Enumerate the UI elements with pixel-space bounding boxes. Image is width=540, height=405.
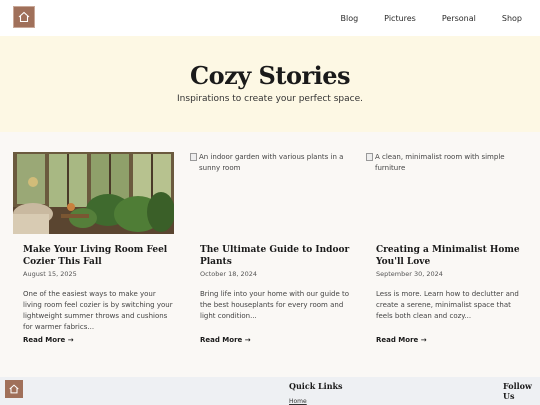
story-date: August 15, 2025 [23,270,77,278]
story-card: A clean, minimalist room with simple fur… [366,152,528,344]
stories-grid: Make Your Living Room Feel Cozier This F… [0,132,540,377]
minimalist-room-image[interactable]: A clean, minimalist room with simple fur… [366,152,528,234]
site-footer: Quick Links Follow Us Home [0,377,540,405]
footer-logo-icon[interactable] [5,380,23,398]
living-room-photo [13,152,175,234]
read-more-link[interactable]: Read More → [376,336,427,344]
story-excerpt: Bring life into your home with our guide… [200,290,350,320]
story-card: Make Your Living Room Feel Cozier This F… [13,152,175,344]
indoor-garden-image[interactable]: An indoor garden with various plants in … [190,152,352,234]
quick-links-heading: Quick Links [289,381,343,391]
hero-section: Cozy Stories Inspirations to create your… [0,36,540,132]
house-icon [18,11,30,23]
broken-image-icon [366,153,373,161]
image-alt-text: A clean, minimalist room with simple fur… [375,153,505,172]
main-nav: Blog Pictures Personal Shop [314,0,522,36]
nav-shop[interactable]: Shop [502,14,522,23]
story-title[interactable]: The Ultimate Guide to Indoor Plants [200,244,350,268]
image-alt-text: An indoor garden with various plants in … [199,153,344,172]
nav-blog[interactable]: Blog [340,14,358,23]
story-date: September 30, 2024 [376,270,443,278]
home-logo-icon[interactable] [13,6,35,28]
house-icon [9,384,19,394]
story-title[interactable]: Make Your Living Room Feel Cozier This F… [23,244,173,268]
living-room-image[interactable] [13,152,175,234]
story-excerpt: Less is more. Learn how to declutter and… [376,290,519,320]
nav-pictures[interactable]: Pictures [384,14,416,23]
story-title[interactable]: Creating a Minimalist Home You'll Love [376,244,526,268]
broken-image-icon [190,153,197,161]
story-date: October 18, 2024 [200,270,258,278]
nav-personal[interactable]: Personal [442,14,476,23]
story-excerpt: One of the easiest ways to make your liv… [23,290,173,331]
story-card: An indoor garden with various plants in … [190,152,352,344]
hero-title: Cozy Stories [189,61,351,90]
read-more-link[interactable]: Read More → [200,336,251,344]
follow-us-heading: Follow Us [503,381,532,401]
site-header: Blog Pictures Personal Shop [0,0,540,36]
hero-subtitle: Inspirations to create your perfect spac… [177,94,363,104]
read-more-link[interactable]: Read More → [23,336,74,344]
footer-link-home[interactable]: Home [289,398,307,405]
